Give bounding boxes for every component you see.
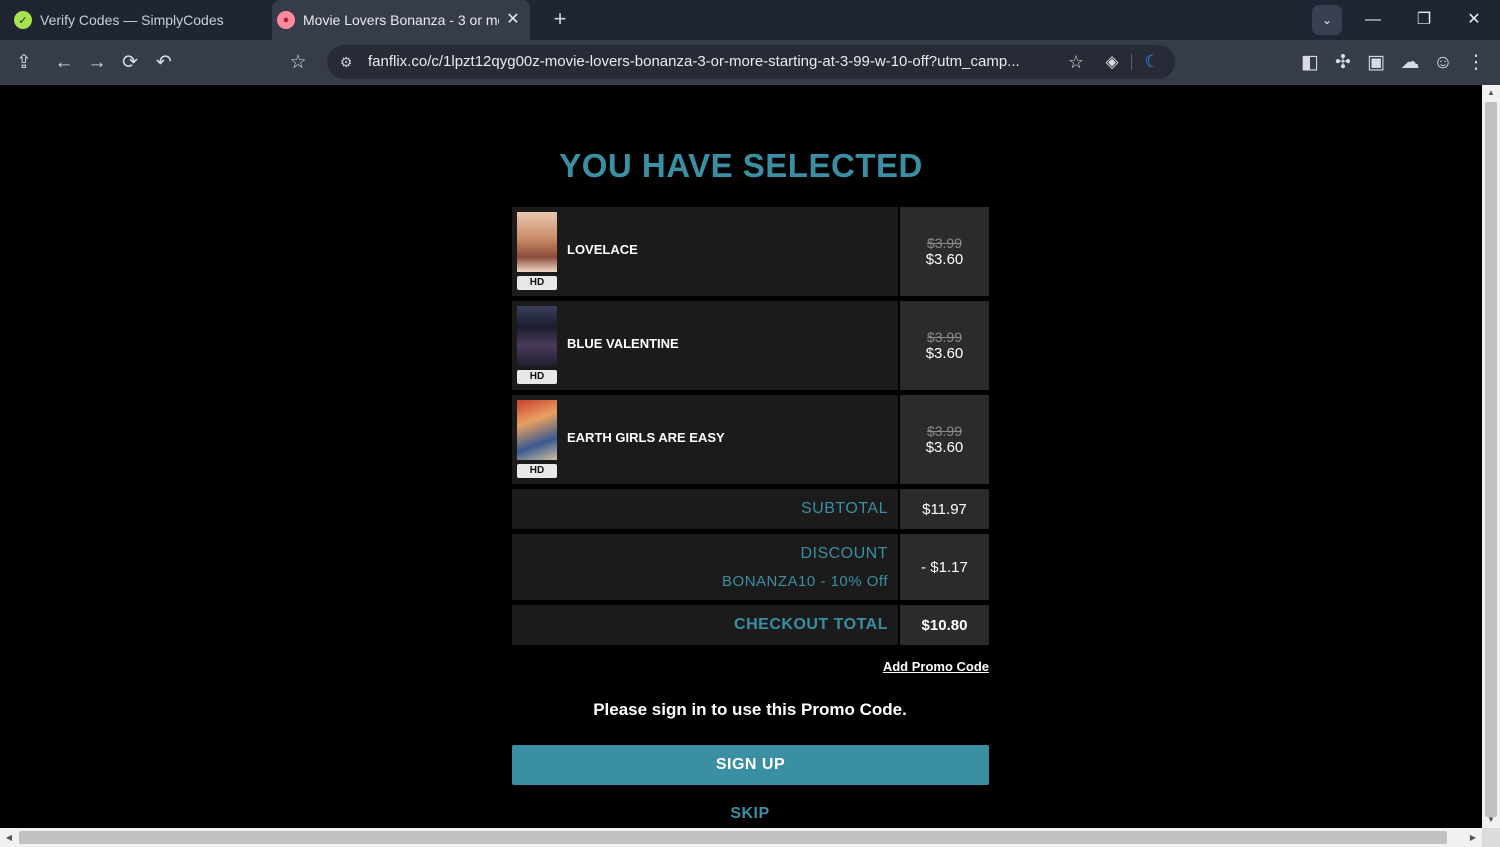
scroll-down-arrow-icon[interactable]: ▼ bbox=[1482, 812, 1500, 828]
menu-dots-icon[interactable]: ⋮ bbox=[1463, 50, 1489, 76]
scroll-thumb[interactable] bbox=[1485, 102, 1497, 817]
skip-button[interactable]: SKIP bbox=[0, 805, 1482, 823]
hd-badge: HD bbox=[517, 370, 557, 384]
minimize-icon[interactable]: — bbox=[1361, 8, 1385, 32]
upload-icon[interactable]: ⇪ bbox=[11, 50, 37, 76]
site-settings-icon[interactable]: ⚙ bbox=[335, 51, 357, 73]
movie-title: LOVELACE bbox=[567, 242, 638, 257]
profile-avatar-icon[interactable]: ☺ bbox=[1430, 50, 1456, 76]
cart-item: HD LOVELACE $3.99 $3.60 bbox=[512, 207, 989, 296]
cart-item: HD BLUE VALENTINE $3.99 $3.60 bbox=[512, 301, 989, 390]
undo-icon[interactable]: ↶ bbox=[151, 50, 177, 76]
movie-poster bbox=[517, 306, 557, 366]
horizontal-scrollbar[interactable]: ◀ ▶ bbox=[0, 828, 1482, 847]
tab-close-icon[interactable]: ✕ bbox=[504, 11, 522, 29]
movie-poster bbox=[517, 400, 557, 460]
price-cell: $3.99 $3.60 bbox=[900, 301, 989, 390]
star-icon[interactable]: ☆ bbox=[1064, 50, 1088, 74]
cart-item-info: HD EARTH GIRLS ARE EASY bbox=[512, 395, 898, 484]
add-promo-code-link[interactable]: Add Promo Code bbox=[812, 659, 989, 674]
movie-title: EARTH GIRLS ARE EASY bbox=[567, 430, 725, 445]
forward-icon[interactable]: → bbox=[84, 50, 110, 76]
cart-item-info: HD LOVELACE bbox=[512, 207, 898, 296]
reload-icon[interactable]: ⟳ bbox=[117, 50, 143, 76]
subtotal-label: SUBTOTAL bbox=[512, 489, 898, 529]
cart-summary: HD LOVELACE $3.99 $3.60 HD BLUE VALENTIN… bbox=[512, 207, 989, 650]
total-label: CHECKOUT TOTAL bbox=[512, 605, 898, 645]
divider bbox=[1131, 54, 1132, 70]
original-price: $3.99 bbox=[926, 235, 963, 251]
discount-label: DISCOUNT bbox=[800, 544, 888, 562]
discount-value: - $1.17 bbox=[900, 534, 989, 600]
simplycodes-favicon-icon: ✓ bbox=[14, 11, 32, 29]
hd-badge: HD bbox=[517, 464, 557, 478]
side-panel-icon[interactable]: ▣ bbox=[1363, 50, 1389, 76]
total-value: $10.80 bbox=[900, 605, 989, 645]
scroll-right-arrow-icon[interactable]: ▶ bbox=[1464, 828, 1482, 847]
cart-item: HD EARTH GIRLS ARE EASY $3.99 $3.60 bbox=[512, 395, 989, 484]
discount-row: DISCOUNT BONANZA10 - 10% Off - $1.17 bbox=[512, 534, 989, 600]
tab-fanflix[interactable]: ● Movie Lovers Bonanza - 3 or more ✕ bbox=[272, 0, 530, 40]
movie-title: BLUE VALENTINE bbox=[567, 336, 679, 351]
close-window-icon[interactable]: ✕ bbox=[1462, 8, 1486, 32]
tab-title: Verify Codes — SimplyCodes bbox=[40, 12, 224, 28]
hd-badge: HD bbox=[517, 276, 557, 290]
sign-up-button[interactable]: SIGN UP bbox=[512, 745, 989, 785]
price-cell: $3.99 $3.60 bbox=[900, 207, 989, 296]
tab-title: Movie Lovers Bonanza - 3 or more bbox=[303, 12, 499, 28]
back-icon[interactable]: ← bbox=[51, 50, 77, 76]
scrollbar-corner bbox=[1482, 828, 1500, 847]
restore-icon[interactable]: ❐ bbox=[1412, 8, 1436, 32]
page-title: YOU HAVE SELECTED bbox=[559, 147, 923, 184]
scroll-left-arrow-icon[interactable]: ◀ bbox=[0, 828, 18, 847]
discount-label-cell: DISCOUNT BONANZA10 - 10% Off bbox=[512, 534, 898, 600]
cart-item-info: HD BLUE VALENTINE bbox=[512, 301, 898, 390]
tab-simplycodes[interactable]: ✓ Verify Codes — SimplyCodes bbox=[0, 0, 272, 40]
new-tab-icon[interactable]: + bbox=[549, 8, 571, 30]
original-price: $3.99 bbox=[926, 329, 963, 345]
fanflix-favicon-icon: ● bbox=[277, 11, 295, 29]
discounted-price: $3.60 bbox=[925, 345, 964, 362]
bookmark-star-icon[interactable]: ☆ bbox=[285, 50, 311, 76]
page-viewport: YOU HAVE SELECTED HD LOVELACE $3.99 $3.6… bbox=[0, 85, 1482, 828]
puzzle-icon[interactable]: ✣ bbox=[1330, 50, 1356, 76]
url-text[interactable]: fanflix.co/c/1lpzt12qyg00z-movie-lovers-… bbox=[368, 53, 1056, 70]
discount-code: BONANZA10 - 10% Off bbox=[722, 572, 888, 590]
discounted-price: $3.60 bbox=[925, 251, 964, 268]
cloud-upload-icon[interactable]: ☁ bbox=[1397, 50, 1423, 76]
scroll-up-arrow-icon[interactable]: ▲ bbox=[1482, 85, 1500, 101]
movie-poster bbox=[517, 212, 557, 272]
extension-icon[interactable]: ◧ bbox=[1297, 50, 1323, 76]
tab-search-icon[interactable]: ⌄ bbox=[1312, 5, 1342, 35]
total-row: CHECKOUT TOTAL $10.80 bbox=[512, 605, 989, 645]
tab-strip: ✓ Verify Codes — SimplyCodes ● Movie Lov… bbox=[0, 0, 1500, 40]
discounted-price: $3.60 bbox=[925, 439, 964, 456]
vertical-scrollbar[interactable]: ▲ ▼ bbox=[1482, 85, 1500, 828]
address-bar[interactable]: ⚙ fanflix.co/c/1lpzt12qyg00z-movie-lover… bbox=[327, 45, 1175, 79]
price-cell: $3.99 $3.60 bbox=[900, 395, 989, 484]
scroll-thumb[interactable] bbox=[19, 831, 1447, 844]
original-price: $3.99 bbox=[926, 423, 963, 439]
layers-icon[interactable]: ◈ bbox=[1100, 50, 1124, 74]
subtotal-row: SUBTOTAL $11.97 bbox=[512, 489, 989, 529]
dark-mode-moon-icon[interactable]: ☾ bbox=[1140, 50, 1164, 74]
sign-in-message: Please sign in to use this Promo Code. bbox=[593, 700, 907, 719]
subtotal-value: $11.97 bbox=[900, 489, 989, 529]
